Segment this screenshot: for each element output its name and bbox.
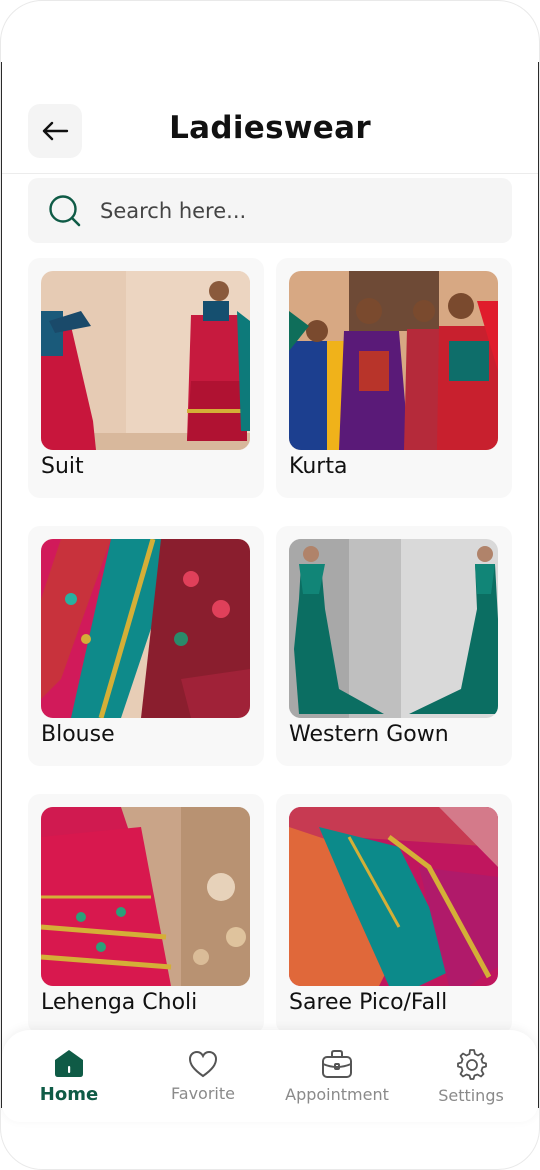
search-icon xyxy=(49,195,81,227)
category-card-lehenga-choli[interactable]: Lehenga Choli xyxy=(28,794,264,1034)
category-card-western-gown[interactable]: Western Gown xyxy=(276,526,512,766)
category-image xyxy=(41,807,250,986)
gear-icon xyxy=(457,1048,487,1080)
nav-settings[interactable]: Settings xyxy=(406,1036,536,1116)
nav-label: Settings xyxy=(438,1085,504,1105)
bottom-navigation: Home Favorite Appointment Settings xyxy=(2,1030,538,1122)
search-bar[interactable] xyxy=(28,178,512,243)
home-icon xyxy=(55,1049,83,1077)
category-image xyxy=(41,539,250,718)
top-app-bar: Ladieswear xyxy=(2,62,538,174)
category-card-blouse[interactable]: Blouse xyxy=(28,526,264,766)
category-label: Suit xyxy=(41,454,84,479)
category-card-suit[interactable]: Suit xyxy=(28,258,264,498)
category-image xyxy=(289,271,498,450)
category-image xyxy=(289,807,498,986)
nav-label: Home xyxy=(39,1083,99,1105)
heart-icon xyxy=(188,1050,218,1077)
nav-label: Favorite xyxy=(171,1083,235,1103)
category-label: Western Gown xyxy=(289,722,449,747)
nav-appointment[interactable]: Appointment xyxy=(272,1036,402,1116)
search-input[interactable] xyxy=(100,178,500,243)
app-screen: Ladieswear Search here... Suit Kurta Blo… xyxy=(0,0,540,1170)
category-label: Blouse xyxy=(41,722,115,747)
nav-favorite[interactable]: Favorite xyxy=(138,1036,268,1116)
category-label: Saree Pico/Fall xyxy=(289,990,448,1015)
category-image xyxy=(41,271,250,450)
category-label: Lehenga Choli xyxy=(41,990,198,1015)
briefcase-icon xyxy=(322,1049,352,1078)
page-title: Ladieswear xyxy=(169,110,371,146)
category-image xyxy=(289,539,498,718)
screen-edge xyxy=(0,62,2,1108)
category-card-saree-pico-fall[interactable]: Saree Pico/Fall xyxy=(276,794,512,1034)
nav-label: Appointment xyxy=(285,1084,389,1104)
nav-home[interactable]: Home xyxy=(4,1036,134,1116)
category-label: Kurta xyxy=(289,454,348,479)
category-card-kurta[interactable]: Kurta xyxy=(276,258,512,498)
category-grid: Suit Kurta Blouse Western Gown Lehenga C… xyxy=(28,258,512,1034)
